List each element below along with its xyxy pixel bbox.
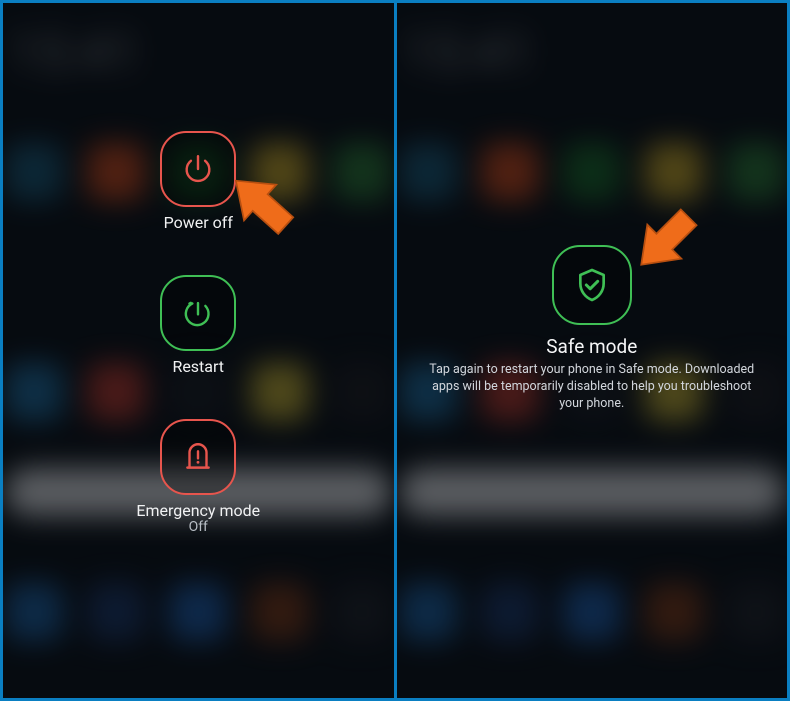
restart-label: Restart [172, 357, 224, 376]
safe-mode-screenshot: 15:41 [397, 3, 788, 698]
power-menu: Power off Restart [3, 3, 394, 698]
restart-option[interactable]: Restart [3, 275, 394, 376]
safe-mode-title: Safe mode [546, 335, 637, 358]
restart-icon [160, 275, 236, 351]
tutorial-two-up: 15:41 [0, 0, 790, 701]
emergency-label: Emergency mode [136, 501, 260, 520]
power-off-icon [160, 131, 236, 207]
shield-check-icon [572, 265, 612, 305]
power-off-option[interactable]: Power off [3, 131, 394, 232]
power-off-label: Power off [164, 213, 233, 232]
safe-mode-option[interactable] [552, 245, 632, 325]
emergency-state: Off [189, 519, 208, 535]
emergency-mode-option[interactable]: Emergency mode Off [3, 419, 394, 535]
safe-mode-description: Tap again to restart your phone in Safe … [425, 362, 760, 413]
safe-mode-block: Safe mode Tap again to restart your phon… [397, 245, 788, 413]
emergency-icon [160, 419, 236, 495]
power-menu-screenshot: 15:41 [3, 3, 394, 698]
